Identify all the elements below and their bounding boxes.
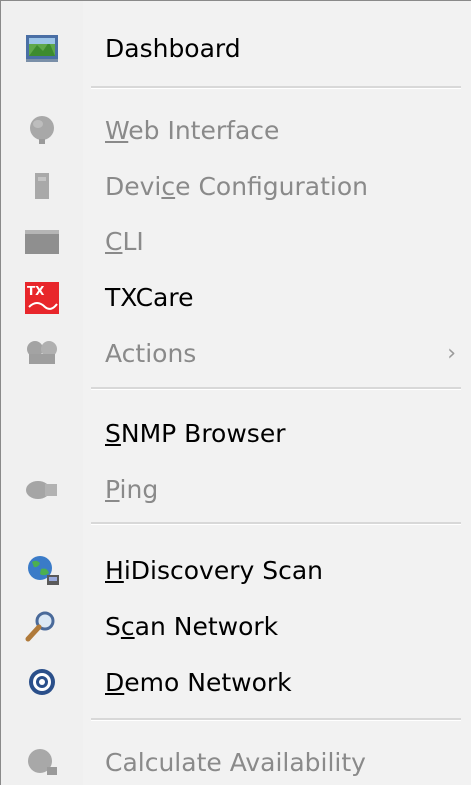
terminal-icon — [25, 230, 59, 254]
actions-icon — [27, 341, 57, 364]
menu-item-ping[interactable]: Ping — [1, 461, 471, 517]
menu-item-web-interface[interactable]: Web Interface — [1, 102, 471, 158]
menu-item-calculate-availability[interactable]: Calculate Availability — [1, 734, 471, 790]
submenu-arrow-icon: › — [447, 340, 456, 366]
menu-item-actions[interactable]: Actions › — [1, 325, 471, 381]
context-menu: Dashboard Web Interface Device Configura… — [0, 0, 471, 785]
menu-item-label: SNMP Browser — [105, 418, 286, 448]
menu-separator — [91, 718, 461, 721]
menu-item-label: Ping — [105, 474, 159, 504]
menu-item-device-configuration[interactable]: Device Configuration — [1, 158, 471, 214]
menu-item-txcare[interactable]: TX TXCare — [1, 269, 471, 325]
menu-item-label: Actions — [105, 338, 197, 368]
ping-icon — [26, 481, 57, 499]
menu-separator — [91, 522, 461, 525]
menu-item-label: Device Configuration — [105, 171, 368, 201]
txcare-icon: TX — [25, 282, 59, 314]
menu-item-label: CLI — [105, 226, 144, 256]
menu-item-label: HiDiscovery Scan — [105, 555, 323, 585]
device-icon — [35, 173, 49, 199]
hidiscovery-globe-icon — [28, 556, 59, 585]
menu-item-dashboard[interactable]: Dashboard — [1, 20, 471, 76]
menu-item-demo-network[interactable]: Demo Network — [1, 654, 471, 710]
demo-network-icon — [29, 669, 55, 695]
menu-item-snmp-browser[interactable]: SNMP Browser — [1, 405, 471, 461]
svg-text:TX: TX — [27, 284, 45, 298]
globe-icon — [30, 116, 54, 144]
menu-item-label: Calculate Availability — [105, 747, 366, 777]
menu-item-cli[interactable]: CLI — [1, 213, 471, 269]
menu-item-label: Scan Network — [105, 611, 279, 641]
availability-icon — [28, 749, 57, 775]
magnifier-icon — [25, 611, 55, 642]
menu-item-scan-network[interactable]: Scan Network — [1, 598, 471, 654]
menu-separator — [91, 387, 461, 390]
dashboard-icon — [26, 35, 58, 62]
menu-item-hidiscovery-scan[interactable]: HiDiscovery Scan — [1, 542, 471, 598]
menu-item-label: Web Interface — [105, 115, 280, 145]
menu-item-label: Demo Network — [105, 667, 292, 697]
menu-separator — [91, 86, 461, 89]
menu-item-label: Dashboard — [105, 33, 241, 63]
menu-item-label: TXCare — [105, 282, 194, 312]
